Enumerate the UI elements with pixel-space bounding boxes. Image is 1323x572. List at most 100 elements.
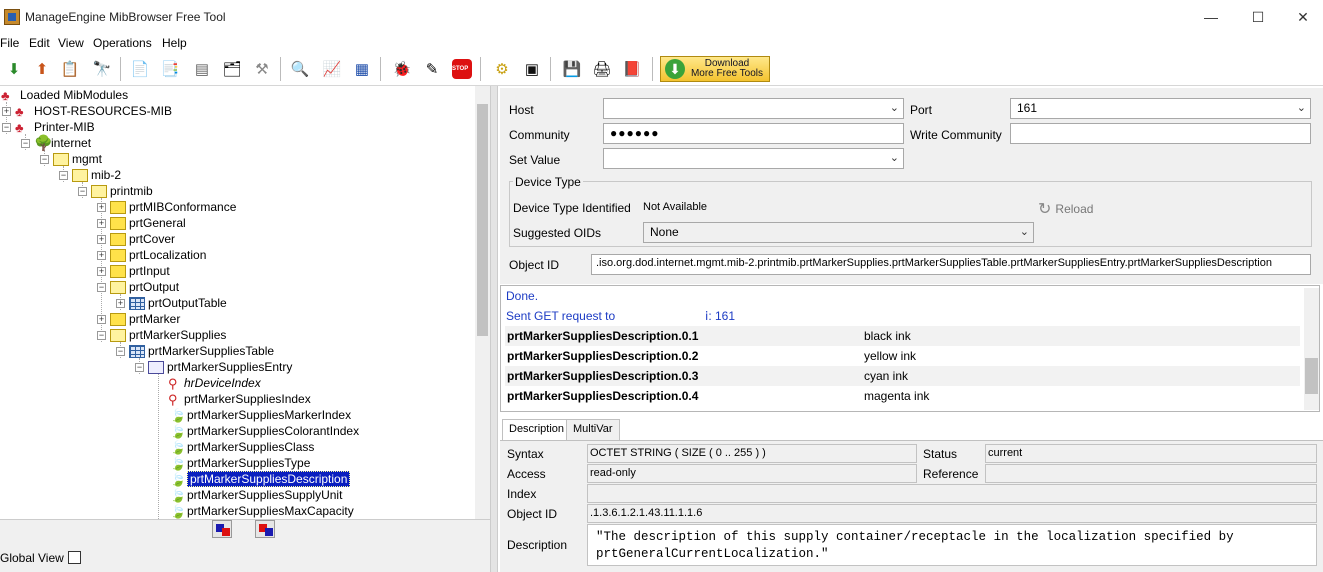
- tree-leaf[interactable]: 🍃 prtMarkerSuppliesMaxCapacity: [170, 503, 354, 519]
- tree-node[interactable]: + prtGeneral: [97, 215, 186, 231]
- tree-node[interactable]: − 🌳 internet: [21, 135, 91, 151]
- tab-description[interactable]: Description: [502, 419, 572, 440]
- table-view-icon[interactable]: ▦: [350, 57, 374, 81]
- tree-node[interactable]: + prtOutputTable: [116, 295, 227, 311]
- tree-node[interactable]: − prtMarkerSupplies: [97, 327, 226, 343]
- tree-leaf[interactable]: 🍃 prtMarkerSuppliesSupplyUnit: [170, 487, 342, 503]
- tree-node[interactable]: − printmib: [78, 183, 153, 199]
- chevron-down-icon: ⌄: [889, 152, 899, 164]
- write-community-field[interactable]: [1010, 123, 1311, 144]
- tree-leaf[interactable]: 🍃 prtMarkerSuppliesMarkerIndex: [170, 407, 351, 423]
- get-bulk-icon[interactable]: ▤: [190, 57, 214, 81]
- tree-node[interactable]: − prtOutput: [97, 279, 179, 295]
- notes-icon[interactable]: 📋: [58, 57, 82, 81]
- tree-node[interactable]: + prtInput: [97, 263, 170, 279]
- community-field[interactable]: ●●●●●●: [603, 123, 904, 144]
- expand-icon[interactable]: +: [97, 314, 106, 324]
- tree-root[interactable]: ♣ Loaded MibModules: [1, 87, 128, 103]
- settings-icon[interactable]: ⚙: [490, 57, 514, 81]
- tree-scroll-thumb[interactable]: [477, 104, 488, 336]
- collapse-all-button[interactable]: [255, 520, 275, 538]
- results-scroll-thumb[interactable]: [1305, 358, 1318, 394]
- description-text: "The description of this supply containe…: [587, 524, 1317, 566]
- get-next-icon[interactable]: 📑: [158, 57, 182, 81]
- graph-icon[interactable]: 📈: [320, 57, 344, 81]
- collapse-icon[interactable]: −: [59, 170, 68, 180]
- tree-leaf[interactable]: ⚲ hrDeviceIndex: [165, 375, 261, 391]
- global-view-checkbox[interactable]: [68, 551, 81, 564]
- collapse-icon[interactable]: −: [21, 138, 30, 148]
- tree-leaf-selected[interactable]: 🍃 prtMarkerSuppliesDescription: [170, 471, 351, 487]
- device-type-identified-value: Not Available: [643, 201, 708, 213]
- module-icon: ♣: [1, 87, 10, 103]
- tree-icon: 🌳: [34, 134, 53, 152]
- folder-icon: [110, 312, 126, 326]
- trap-icon[interactable]: 🐞: [390, 57, 414, 81]
- close-button[interactable]: ✕: [1280, 6, 1323, 28]
- tree-node[interactable]: + prtLocalization: [97, 247, 206, 263]
- tree-node[interactable]: + prtMIBConformance: [97, 199, 236, 215]
- tab-multivar[interactable]: MultiVar: [566, 419, 620, 440]
- tree-node[interactable]: − mgmt: [40, 151, 102, 167]
- tree-node[interactable]: − prtMarkerSuppliesTable: [116, 343, 274, 359]
- expand-icon[interactable]: +: [97, 202, 106, 212]
- menu-help[interactable]: Help: [162, 36, 187, 50]
- stop-tool-icon[interactable]: ⚒: [250, 57, 274, 81]
- menu-operations[interactable]: Operations: [93, 36, 152, 50]
- minimize-button[interactable]: —: [1188, 6, 1234, 28]
- tree-footer: [0, 519, 490, 572]
- tree-node[interactable]: + prtMarker: [97, 311, 180, 327]
- find-icon[interactable]: 🔭: [90, 57, 114, 81]
- menu-edit[interactable]: Edit: [29, 36, 50, 50]
- host-combo[interactable]: ⌄: [603, 98, 904, 119]
- stop-icon[interactable]: STOP: [450, 57, 474, 81]
- tree-leaf[interactable]: 🍃 prtMarkerSuppliesClass: [170, 439, 314, 455]
- object-id-field[interactable]: .iso.org.dod.internet.mgmt.mib-2.printmi…: [591, 254, 1311, 275]
- set-icon[interactable]: 🗂: [220, 57, 244, 81]
- tree-node[interactable]: + prtCover: [97, 231, 175, 247]
- menu-view[interactable]: View: [58, 36, 84, 50]
- expand-all-button[interactable]: [212, 520, 232, 538]
- set-value-combo[interactable]: ⌄: [603, 148, 904, 169]
- suggested-oids-combo[interactable]: None ⌄: [643, 222, 1034, 243]
- description-label: Description: [507, 538, 568, 552]
- expand-icon[interactable]: +: [116, 298, 125, 308]
- table-icon: [129, 344, 145, 358]
- tree-node[interactable]: − mib-2: [59, 167, 121, 183]
- collapse-icon[interactable]: −: [135, 362, 144, 372]
- collapse-icon[interactable]: −: [78, 186, 87, 196]
- tree-node[interactable]: − prtMarkerSuppliesEntry: [135, 359, 292, 375]
- collapse-icon[interactable]: −: [2, 122, 11, 132]
- expand-icon[interactable]: +: [97, 234, 106, 244]
- module-icon: ♣: [15, 103, 24, 119]
- collapse-icon[interactable]: −: [97, 330, 106, 340]
- result-row: prtMarkerSuppliesDescription.0.1 black in…: [505, 326, 1300, 346]
- print-icon[interactable]: 🖨: [590, 57, 614, 81]
- save-icon[interactable]: 💾: [560, 57, 584, 81]
- expand-icon[interactable]: +: [97, 266, 106, 276]
- terminal-icon[interactable]: ▣: [520, 57, 544, 81]
- expand-icon[interactable]: +: [2, 106, 11, 116]
- expand-icon[interactable]: +: [97, 250, 106, 260]
- get-icon[interactable]: 📄: [128, 57, 152, 81]
- download-more-tools-button[interactable]: ⬇ Download More Free Tools: [660, 56, 770, 82]
- menu-file[interactable]: File: [0, 36, 19, 50]
- tree-node[interactable]: − ♣ Printer-MIB: [2, 119, 95, 135]
- tree-leaf[interactable]: 🍃 prtMarkerSuppliesColorantIndex: [170, 423, 359, 439]
- collapse-icon[interactable]: −: [40, 154, 49, 164]
- maximize-button[interactable]: ☐: [1235, 6, 1281, 28]
- tree-leaf[interactable]: ⚲ prtMarkerSuppliesIndex: [165, 391, 311, 407]
- collapse-icon[interactable]: −: [97, 282, 106, 292]
- collapse-icon[interactable]: −: [116, 346, 125, 356]
- unload-mib-icon[interactable]: ⬆: [30, 57, 54, 81]
- tree-leaf[interactable]: 🍃 prtMarkerSuppliesType: [170, 455, 310, 471]
- load-mib-icon[interactable]: ⬇: [2, 57, 26, 81]
- port-combo[interactable]: 161 ⌄: [1010, 98, 1311, 119]
- edit-icon[interactable]: ✎: [420, 57, 444, 81]
- tree-node[interactable]: + ♣ HOST-RESOURCES-MIB: [2, 103, 172, 119]
- pane-splitter[interactable]: [490, 86, 498, 572]
- help-book-icon[interactable]: 📕: [620, 57, 644, 81]
- search-icon[interactable]: 🔍: [288, 57, 312, 81]
- reload-button[interactable]: ↻ Reload: [1038, 199, 1093, 219]
- expand-icon[interactable]: +: [97, 218, 106, 228]
